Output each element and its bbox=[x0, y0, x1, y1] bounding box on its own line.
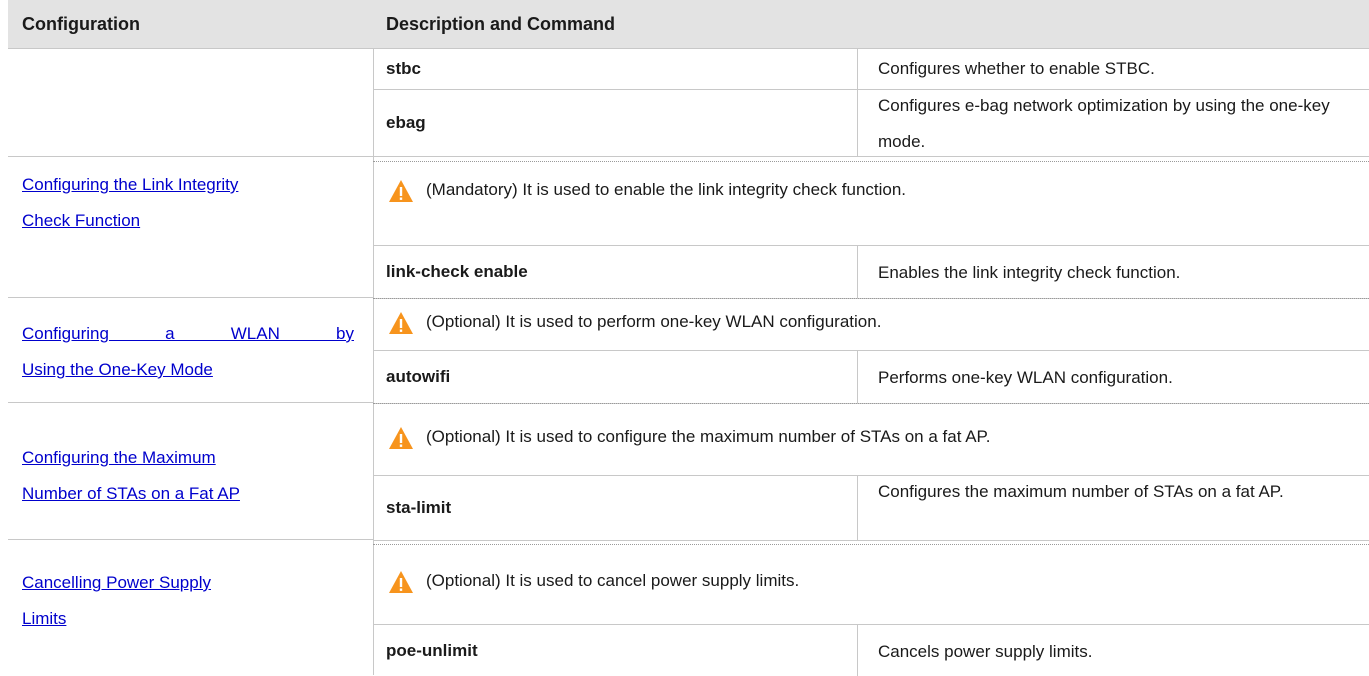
description-poe-unlimit: Cancels power supply limits. bbox=[878, 642, 1093, 661]
link-line1: Configuring a WLAN by bbox=[22, 324, 354, 343]
config-cell-wlan: Configuring a WLAN by Using the One-Key … bbox=[8, 298, 373, 403]
cell-divider bbox=[857, 49, 858, 89]
link-cancelling-power-supply[interactable]: Cancelling Power Supply Limits bbox=[22, 565, 354, 637]
description-autowifi: Performs one-key WLAN configuration. bbox=[878, 368, 1173, 387]
cell-divider bbox=[857, 625, 858, 676]
note-text: (Optional) It is used to configure the m… bbox=[426, 427, 991, 446]
description-ebag: Configures e-bag network optimization by… bbox=[878, 96, 1330, 151]
config-cell-power-supply: Cancelling Power Supply Limits bbox=[8, 540, 373, 675]
config-table: Configuration Description and Command st… bbox=[8, 0, 1369, 676]
warning-triangle-icon bbox=[389, 427, 413, 449]
table-row: autowifi Performs one-key WLAN configura… bbox=[373, 350, 1369, 404]
note-row: (Optional) It is used to configure the m… bbox=[373, 403, 1369, 476]
link-line1: Cancelling Power Supply bbox=[22, 573, 211, 592]
table-row: stbc Configures whether to enable STBC. bbox=[373, 49, 1369, 90]
note-text: (Optional) It is used to perform one-key… bbox=[426, 312, 882, 331]
cell-divider bbox=[857, 246, 858, 298]
note-row: (Optional) It is used to cancel power su… bbox=[373, 544, 1369, 625]
table-row: sta-limit Configures the maximum number … bbox=[373, 475, 1369, 541]
config-cell-max-stas: Configuring the Maximum Number of STAs o… bbox=[8, 403, 373, 540]
description-stbc: Configures whether to enable STBC. bbox=[878, 59, 1155, 78]
description-link-check: Enables the link integrity check functio… bbox=[878, 263, 1181, 282]
cell-divider bbox=[857, 351, 858, 403]
command-link-check: link-check enable bbox=[386, 262, 528, 281]
command-poe-unlimit: poe-unlimit bbox=[386, 641, 478, 660]
table-row: link-check enable Enables the link integ… bbox=[373, 245, 1369, 299]
command-stbc: stbc bbox=[386, 59, 421, 78]
link-line1: Configuring the Maximum bbox=[22, 448, 216, 467]
note-row: (Optional) It is used to perform one-key… bbox=[373, 298, 1369, 351]
command-ebag: ebag bbox=[386, 113, 426, 132]
note-text: (Optional) It is used to cancel power su… bbox=[426, 571, 800, 590]
link-configuring-wlan[interactable]: Configuring a WLAN by Using the One-Key … bbox=[22, 316, 354, 388]
note-row: (Mandatory) It is used to enable the lin… bbox=[373, 161, 1369, 246]
header-configuration: Configuration bbox=[22, 14, 140, 34]
link-configuring-max-stas[interactable]: Configuring the Maximum Number of STAs o… bbox=[22, 440, 354, 512]
table-row: poe-unlimit Cancels power supply limits. bbox=[373, 624, 1369, 676]
link-line2: Using the One-Key Mode bbox=[22, 360, 213, 379]
link-line2: Limits bbox=[22, 609, 67, 628]
config-cell-empty bbox=[8, 49, 373, 157]
command-sta-limit: sta-limit bbox=[386, 498, 452, 517]
link-line2: Number of STAs on a Fat AP bbox=[22, 484, 240, 503]
link-line1: Configuring the Link Integrity bbox=[22, 175, 239, 194]
table-row: ebag Configures e-bag network optimizati… bbox=[373, 90, 1369, 157]
note-text: (Mandatory) It is used to enable the lin… bbox=[426, 180, 907, 199]
config-cell-link-integrity: Configuring the Link Integrity Check Fun… bbox=[8, 157, 373, 298]
description-sta-limit: Configures the maximum number of STAs on… bbox=[878, 482, 1284, 501]
link-line2: Check Function bbox=[22, 211, 141, 230]
command-autowifi: autowifi bbox=[386, 367, 451, 386]
cell-divider bbox=[857, 476, 858, 540]
link-configuring-link-integrity[interactable]: Configuring the Link Integrity Check Fun… bbox=[22, 167, 354, 239]
header-description: Description and Command bbox=[386, 14, 616, 34]
cell-divider bbox=[857, 90, 858, 156]
warning-triangle-icon bbox=[389, 312, 413, 334]
warning-triangle-icon bbox=[389, 180, 413, 202]
warning-triangle-icon bbox=[389, 571, 413, 593]
table-header: Configuration Description and Command bbox=[8, 0, 1369, 49]
